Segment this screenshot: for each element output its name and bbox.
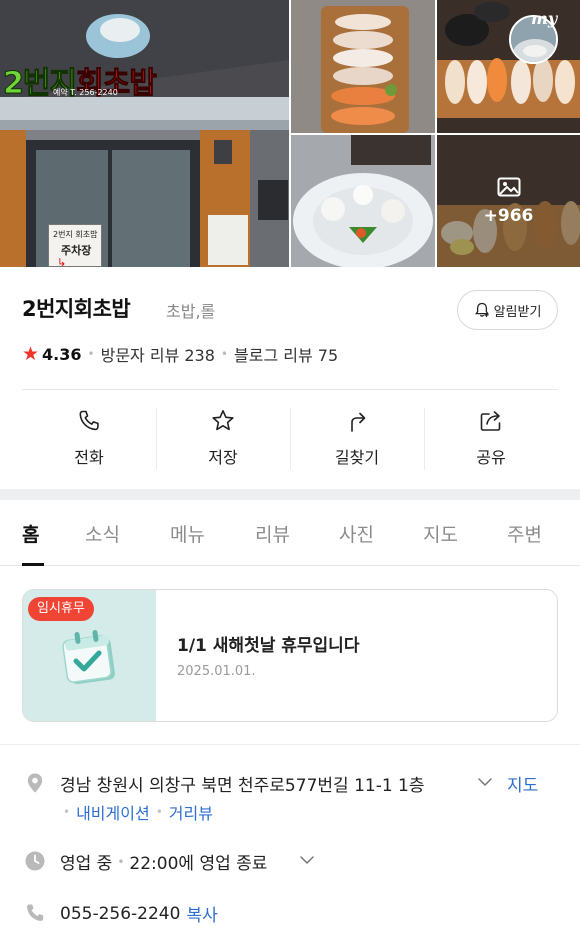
phone-icon [79,410,99,431]
board-arrow-icon: ↳ [57,256,67,267]
save-button[interactable]: 저장 [156,390,290,486]
rating-row: ★ 4.36 • 방문자 리뷰 238 • 블로그 리뷰 75 [22,342,338,366]
separator-dot: • [117,854,125,869]
map-link[interactable]: 지도 [507,771,538,796]
bell-plus-icon [474,302,489,317]
chevron-down-icon[interactable] [477,775,493,789]
share-label: 공유 [476,448,506,467]
more-photos-overlay[interactable] [437,135,580,267]
separator-dot: • [155,805,163,819]
temporary-closure-card[interactable]: 임시휴무 1/1 새해첫날 휴무입니다 2025.01.01. [22,589,558,722]
notice-thumbnail: 임시휴무 [23,590,156,721]
business-hours[interactable]: 영업 중 • 22:00에 영업 종료 [60,849,267,874]
save-label: 저장 [208,448,238,467]
directions-button[interactable]: 길찾기 [290,390,424,486]
divider [0,744,580,745]
hours-status: 영업 중 [60,854,113,874]
my-label: my [531,9,558,28]
chevron-down-icon[interactable] [299,853,315,867]
share-icon [480,411,501,431]
tab-news[interactable]: 소식 [85,520,120,547]
separator-dot: • [63,805,71,819]
tab-photos[interactable]: 사진 [339,520,374,547]
separator-dot: • [220,347,228,361]
call-label: 전화 [74,448,104,467]
more-photos-count: +966 [483,206,534,226]
food-photo-sushi-platter[interactable] [291,0,435,133]
share-button[interactable]: 공유 [424,390,558,486]
board-line-1: 2번지 회초밥 [53,230,98,239]
active-tab-indicator [22,563,44,566]
place-category: 초밥,롤 [166,302,216,321]
directions-arrow-icon [351,412,366,432]
section-divider [0,489,580,500]
notice-date: 2025.01.01. [177,664,256,679]
phone-row: 055-256-2240 복사 [60,901,218,927]
tab-home[interactable]: 홈 [22,520,39,547]
tab-nearby[interactable]: 주변 [507,520,542,547]
blog-reviews-link[interactable]: 블로그 리뷰 75 [234,342,338,366]
alarm-subscribe-label: 알림받기 [493,304,542,320]
phone-icon [27,904,44,921]
parking-board: 2번지 회초밥 주차장 ↳ [48,224,102,267]
storefront-photo[interactable]: 2번지회초밥 예약 T. 256-2240 2번지 회초밥 주차장 ↳ [0,0,289,267]
visitor-reviews-link[interactable]: 방문자 리뷰 238 [101,342,215,366]
call-button[interactable]: 전화 [22,390,156,486]
sushi-platter-illustration [291,0,435,133]
photo-gallery[interactable]: 2번지회초밥 예약 T. 256-2240 2번지 회초밥 주차장 ↳ my +… [0,0,580,267]
notice-title: 1/1 새해첫날 휴무입니다 [177,636,360,656]
copy-phone-button[interactable]: 복사 [186,901,217,926]
rating-score: 4.36 [42,344,82,364]
sashimi-illustration [291,135,435,267]
tab-map[interactable]: 지도 [423,520,458,547]
phone-number[interactable]: 055-256-2240 [60,904,180,924]
address-text[interactable]: 경남 창원시 의창구 북면 천주로577번길 11-1 1층 [60,771,425,796]
star-outline-icon [212,410,234,431]
calendar-check-icon [62,629,115,685]
tab-reviews[interactable]: 리뷰 [255,520,290,547]
navigation-link[interactable]: 내비게이션 [76,800,150,824]
place-name: 2번지회초밥 [22,297,131,321]
location-pin-icon [27,773,43,793]
image-icon [497,177,521,197]
storefront-illustration [0,0,289,267]
sushi-board-illustration [437,0,580,133]
streetview-link[interactable]: 거리뷰 [169,800,213,824]
action-bar: 전화 저장 길찾기 공유 [22,390,558,486]
alarm-subscribe-button[interactable]: 알림받기 [457,290,558,330]
separator-dot: • [87,347,95,361]
closure-badge: 임시휴무 [28,597,94,621]
tab-menu[interactable]: 메뉴 [170,520,205,547]
hours-detail: 22:00에 영업 종료 [129,854,268,874]
clock-icon [25,851,45,871]
tab-bar: 홈 소식 메뉴 리뷰 사진 지도 주변 [0,500,580,566]
food-photo-sushi-board[interactable] [437,0,580,133]
directions-label: 길찾기 [334,448,380,467]
food-photo-sashimi[interactable] [291,135,435,267]
address-sub-links: • 내비게이션 • 거리뷰 [57,800,213,824]
sign-phone: 예약 T. 256-2240 [53,88,118,97]
star-icon: ★ [22,343,40,365]
